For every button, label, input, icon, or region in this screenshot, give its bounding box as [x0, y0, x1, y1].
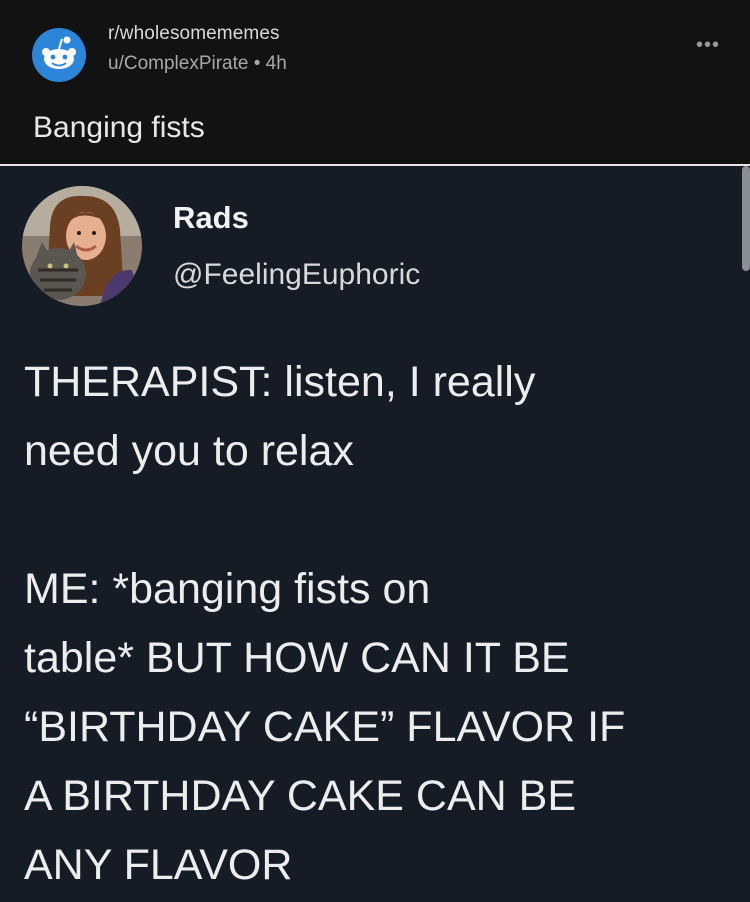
post-meta: u/ComplexPirate • 4h [108, 53, 287, 75]
reddit-snoo-icon [32, 28, 86, 82]
user-handle: @FeelingEuphoric [173, 258, 421, 291]
subreddit-icon[interactable] [32, 28, 86, 82]
display-name: Rads [173, 200, 249, 235]
post-title[interactable]: Banging fists [33, 111, 205, 145]
meta-separator: • [253, 53, 261, 74]
post-age: 4h [265, 53, 287, 74]
scrollbar[interactable] [742, 166, 750, 271]
post-author[interactable]: u/ComplexPirate [108, 53, 248, 74]
tweet-screenshot: Rads @FeelingEuphoric THERAPIST: listen,… [0, 166, 750, 902]
post-header: r/wholesomememes u/ComplexPirate • 4h ••… [0, 0, 750, 165]
tweet-paragraph-1: THERAPIST: listen, I really need you to … [24, 358, 536, 475]
tweet-paragraph-2: ME: *banging fists on table* BUT HOW CAN… [24, 565, 626, 889]
profile-avatar [22, 186, 142, 306]
more-options-icon[interactable]: ••• [696, 35, 720, 55]
avatar-photo-icon [22, 186, 142, 306]
subreddit-name[interactable]: r/wholesomememes [108, 23, 280, 45]
tweet-text: THERAPIST: listen, I really need you to … [24, 348, 746, 900]
